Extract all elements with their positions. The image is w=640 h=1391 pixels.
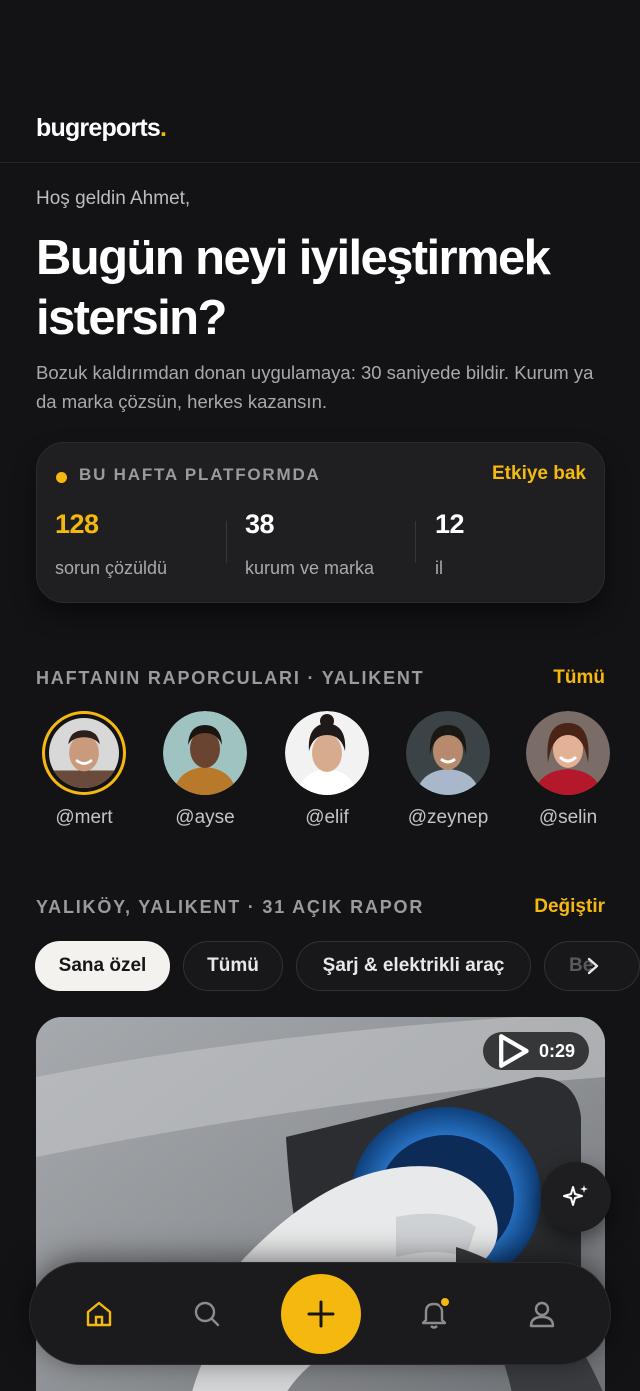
stat-value: 128 bbox=[55, 509, 99, 539]
chip-for-you[interactable]: Sana özel bbox=[35, 941, 170, 991]
nav-home[interactable] bbox=[81, 1296, 117, 1332]
reporter-item[interactable]: @zeynep bbox=[403, 711, 493, 829]
bottom-nav-bar bbox=[29, 1262, 611, 1365]
chip-charging-ev[interactable]: Şarj & elektrikli araç bbox=[296, 941, 531, 991]
stats-title: BU HAFTA PLATFORMDA bbox=[79, 465, 321, 484]
avatar bbox=[526, 711, 610, 795]
chip-all[interactable]: Tümü bbox=[183, 941, 283, 991]
change-location-link[interactable]: Değiştir bbox=[534, 896, 605, 918]
reporter-item[interactable]: @ayse bbox=[160, 711, 250, 829]
stat-divider bbox=[415, 521, 416, 563]
video-duration-badge: 0:29 bbox=[483, 1032, 589, 1070]
avatar bbox=[406, 711, 490, 795]
nav-profile[interactable] bbox=[524, 1296, 560, 1332]
reporters-section-title: HAFTANIN RAPORCULARI · YALIKENT bbox=[36, 668, 425, 688]
reporter-item[interactable]: @elif bbox=[282, 711, 372, 829]
play-icon bbox=[499, 1034, 529, 1068]
see-impact-link[interactable]: Etkiye bak bbox=[492, 463, 586, 485]
avatar bbox=[42, 711, 126, 795]
stat-label: kurum ve marka bbox=[245, 558, 375, 578]
reporter-handle: @selin bbox=[538, 807, 598, 828]
duration-text: 0:29 bbox=[538, 1040, 575, 1061]
stat-label: sorun çözüldü bbox=[55, 558, 168, 578]
ai-assistant-button[interactable] bbox=[541, 1162, 611, 1232]
page-headline: Bugün neyi iyileştirmek istersin? bbox=[36, 231, 551, 345]
greeting-text: Hoş geldin Ahmet, bbox=[36, 188, 191, 209]
notification-dot-icon bbox=[439, 1296, 451, 1308]
home-icon bbox=[86, 1301, 112, 1327]
avatar bbox=[285, 711, 369, 795]
reporter-item[interactable]: @mert bbox=[39, 711, 129, 829]
profile-icon bbox=[529, 1301, 555, 1328]
all-reporters-link[interactable]: Tümü bbox=[553, 667, 605, 689]
reporter-handle: @zeynep bbox=[407, 807, 489, 828]
stat-organizations: 38 kurum ve marka bbox=[245, 509, 374, 579]
sparkle-icon bbox=[563, 1185, 588, 1206]
add-icon bbox=[307, 1300, 335, 1328]
reporter-item[interactable]: @selin bbox=[523, 711, 613, 829]
avatar bbox=[163, 711, 247, 795]
stat-label: il bbox=[435, 558, 443, 578]
reporter-handle: @ayse bbox=[175, 807, 235, 828]
app-header: bugreports. bbox=[0, 0, 640, 163]
stat-value: 38 bbox=[245, 509, 275, 539]
stat-cities: 12 il bbox=[435, 509, 465, 579]
reporter-handle: @elif bbox=[305, 807, 349, 828]
chips-scroll-right-icon[interactable] bbox=[578, 941, 608, 991]
reporter-handle: @mert bbox=[55, 807, 113, 828]
nav-notifications[interactable] bbox=[416, 1296, 452, 1332]
live-dot-icon bbox=[56, 472, 67, 483]
weekly-stats-card: BU HAFTA PLATFORMDA Etkiye bak 128 sorun… bbox=[36, 442, 605, 603]
intro-subtext: Bozuk kaldırımdan donan uygulamaya: 30 s… bbox=[36, 362, 594, 412]
stat-resolved: 128 sorun çözüldü bbox=[55, 509, 167, 579]
new-report-button[interactable] bbox=[281, 1274, 361, 1354]
stat-divider bbox=[226, 521, 227, 563]
nav-search[interactable] bbox=[189, 1296, 225, 1332]
app-logo[interactable]: bugreports. bbox=[36, 114, 167, 143]
stat-value: 12 bbox=[435, 509, 465, 539]
search-icon bbox=[194, 1301, 220, 1327]
reports-section-title: YALIKÖY, YALIKENT · 31 AÇIK RAPOR bbox=[36, 897, 425, 917]
